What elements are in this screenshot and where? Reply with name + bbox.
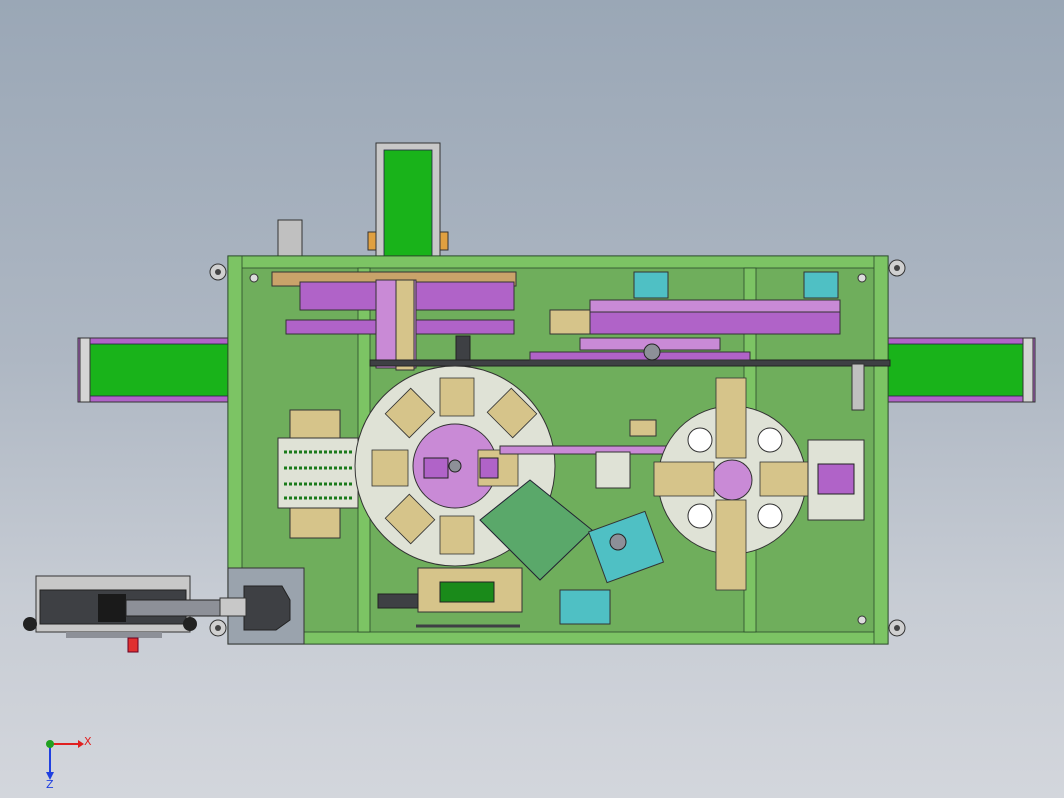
cad-viewport[interactable]: X Z [0,0,1064,798]
machine-assembly-model[interactable] [0,0,1064,798]
axis-y-marker [46,740,54,748]
top-infeed-conveyor[interactable] [277,142,449,260]
servo-actuator-bottom-left[interactable] [23,567,305,653]
axis-x-label: X [84,735,92,748]
axis-z-label: Z [46,778,54,790]
coordinate-triad: X Z [46,735,92,790]
